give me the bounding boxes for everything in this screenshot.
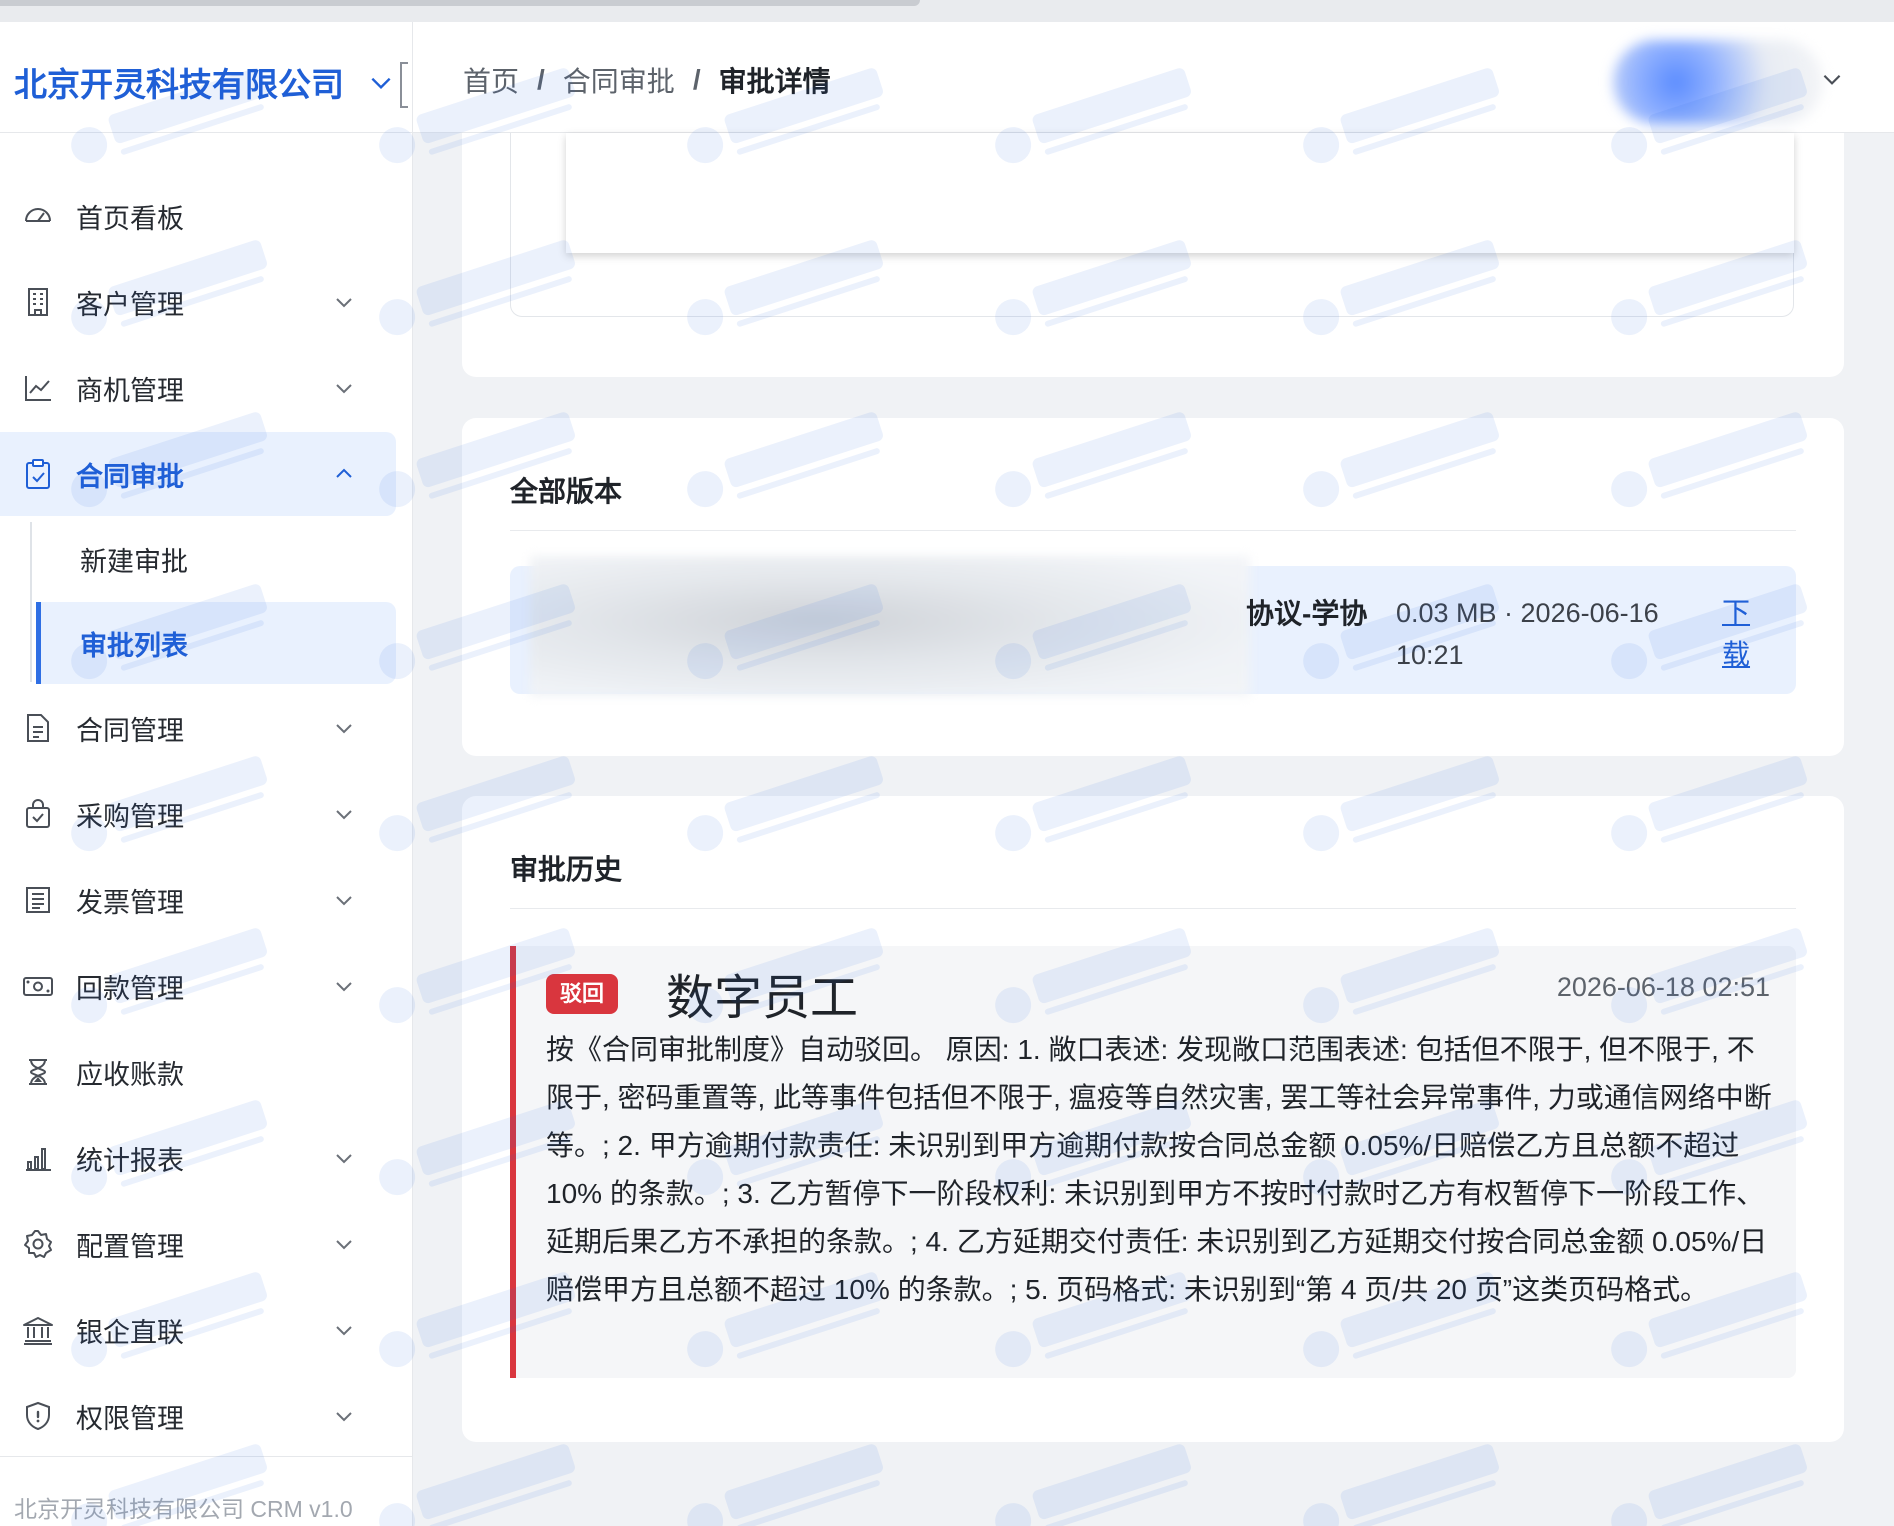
chevron-up-icon	[336, 468, 352, 478]
redacted-file-name	[530, 556, 1250, 696]
sidebar-item-payments[interactable]: 回款管理	[0, 944, 396, 1028]
hourglass-icon	[22, 1056, 54, 1088]
sidebar-item-invoices[interactable]: 发票管理	[0, 858, 396, 942]
chevron-down-icon	[336, 896, 352, 906]
sidebar-item-label: 应收账款	[76, 1059, 184, 1090]
document-icon	[22, 712, 54, 744]
sidebar-item-settings[interactable]: 配置管理	[0, 1202, 396, 1286]
sidebar-item-customers[interactable]: 客户管理	[0, 260, 396, 344]
entry-timestamp: 2026-06-18 02:51	[1556, 972, 1770, 1002]
document-page	[566, 133, 1794, 253]
sidebar-subitem-approval-list[interactable]: 审批列表	[36, 602, 396, 684]
sidebar-item-label: 回款管理	[76, 973, 184, 1004]
breadcrumb: 首页 / 合同审批 / 审批详情	[463, 60, 831, 100]
chevron-down-icon	[336, 1412, 352, 1422]
sidebar-item-dashboard[interactable]: 首页看板	[0, 174, 396, 258]
history-title: 审批历史	[510, 854, 623, 885]
cash-icon	[22, 970, 54, 1002]
breadcrumb-home[interactable]: 首页	[463, 60, 519, 100]
sidebar-item-permissions[interactable]: 权限管理	[0, 1374, 396, 1458]
sidebar-item-label: 合同管理	[76, 715, 184, 746]
chevron-down-icon	[336, 298, 352, 308]
download-link[interactable]: 下载	[1722, 592, 1756, 676]
sidebar-item-contract-approval[interactable]: 合同审批	[0, 432, 396, 516]
sidebar-item-contracts[interactable]: 合同管理	[0, 686, 396, 770]
sidebar-subitem-label: 审批列表	[80, 630, 188, 661]
file-name: 协议-学协	[1246, 598, 1368, 629]
window-top-strip	[0, 0, 1894, 22]
chevron-down-icon	[336, 1326, 352, 1336]
submenu-rail	[30, 522, 32, 682]
shopping-bag-icon	[22, 798, 54, 830]
sidebar-item-procurement[interactable]: 采购管理	[0, 772, 396, 856]
chevron-down-icon[interactable]	[368, 70, 394, 96]
sidebar-subitem-label: 新建审批	[80, 546, 188, 577]
bar-chart-icon	[22, 1142, 54, 1174]
chevron-down-icon	[336, 384, 352, 394]
breadcrumb-current: 审批详情	[718, 66, 831, 97]
sidebar-item-opportunities[interactable]: 商机管理	[0, 346, 396, 430]
chevron-down-icon	[336, 810, 352, 820]
clipboard-check-icon	[22, 458, 54, 490]
file-size-date: 0.03 MB · 2026-06-16 10:21	[1396, 598, 1659, 670]
approval-history-card: 审批历史 驳回 数字员工 2026-06-18 02:51 按《合同审批制度》自…	[462, 796, 1844, 1442]
brand-name[interactable]: 北京开灵科技有限公司	[14, 54, 344, 110]
shield-icon	[22, 1400, 54, 1432]
collapse-sidebar-icon[interactable]	[400, 62, 408, 108]
file-row: 协议-学协 0.03 MB · 2026-06-16 10:21 下载	[510, 556, 1796, 696]
gear-icon	[22, 1228, 54, 1260]
status-badge: 驳回	[546, 974, 619, 1014]
sidebar-item-bank[interactable]: 银企直联	[0, 1288, 396, 1372]
breadcrumb-separator: /	[537, 64, 545, 95]
sidebar-item-label: 权限管理	[76, 1403, 184, 1434]
sidebar-item-label: 银企直联	[76, 1317, 184, 1348]
sidebar-item-label: 合同审批	[76, 461, 184, 492]
sidebar-item-reports[interactable]: 统计报表	[0, 1116, 396, 1200]
chevron-down-icon[interactable]	[1819, 66, 1845, 92]
sidebar: 北京开灵科技有限公司 首页看板 客户管理 商机管理 合同审批 新建审批 审批列表	[0, 22, 413, 1526]
history-entry: 驳回 数字员工 2026-06-18 02:51 按《合同审批制度》自动驳回。 …	[510, 946, 1796, 1378]
sidebar-item-label: 商机管理	[76, 375, 184, 406]
sidebar-subitem-new-approval[interactable]: 新建审批	[36, 518, 396, 600]
app-version-footer: 北京开灵科技有限公司 CRM v1.0	[14, 1496, 353, 1522]
top-header: 首页 / 合同审批 / 审批详情	[413, 22, 1894, 133]
trend-chart-icon	[22, 372, 54, 404]
sidebar-item-label: 首页看板	[76, 203, 184, 234]
breadcrumb-section[interactable]: 合同审批	[563, 60, 675, 100]
breadcrumb-separator: /	[692, 64, 701, 95]
dashboard-icon	[22, 200, 54, 232]
versions-title: 全部版本	[510, 476, 623, 507]
bank-icon	[22, 1314, 54, 1346]
sidebar-item-label: 发票管理	[76, 887, 184, 918]
sidebar-item-label: 客户管理	[76, 289, 184, 320]
contract-preview-card	[462, 133, 1844, 377]
chevron-down-icon	[336, 1240, 352, 1250]
chevron-down-icon	[336, 982, 352, 992]
sidebar-item-label: 配置管理	[76, 1231, 184, 1262]
chevron-down-icon	[336, 724, 352, 734]
sidebar-item-label: 统计报表	[76, 1145, 184, 1176]
user-avatar[interactable]	[1613, 40, 1823, 124]
sidebar-item-label: 采购管理	[76, 801, 184, 832]
sidebar-item-receivables[interactable]: 应收账款	[0, 1030, 396, 1114]
versions-card: 全部版本 协议-学协 0.03 MB · 2026-06-16 10:21 下载	[462, 418, 1844, 756]
approver-name: 数字员工	[666, 972, 859, 1025]
invoice-icon	[22, 884, 54, 916]
rejection-comment: 按《合同审批制度》自动驳回。 原因: 1. 敞口表述: 发现敞口范围表述: 包括…	[546, 1034, 1772, 1305]
chevron-down-icon	[336, 1154, 352, 1164]
building-icon	[22, 286, 54, 318]
